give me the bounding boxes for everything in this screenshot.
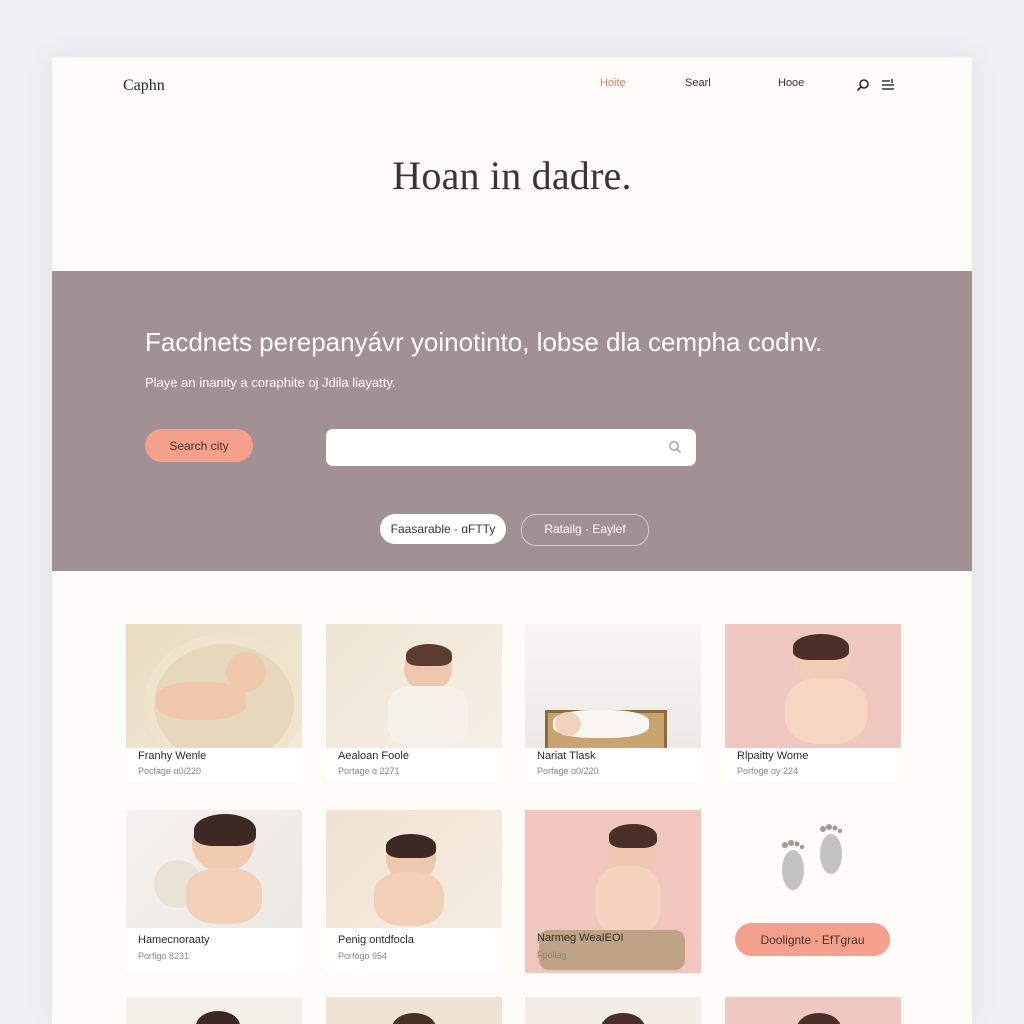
- newborn-photo: [326, 997, 502, 1024]
- hero-band: Facdnets perepanyávr yoinotinto, lobse d…: [52, 271, 972, 571]
- card-name: Narmeg WeaIEOI: [537, 932, 624, 944]
- photographer-card[interactable]: Rlpaitty Wome Porfoge ɑy 224: [725, 624, 901, 782]
- hero-title: Hoan in dadre.: [392, 153, 632, 198]
- band-title: Facdnets perepanyávr yoinotinto, lobse d…: [145, 327, 823, 357]
- card-name: Aealoan Foole: [338, 750, 409, 762]
- newborn-photo: [725, 624, 901, 748]
- card-meta: Porfage ɑ0/220: [537, 766, 599, 776]
- card-meta: Fpoliag: [537, 950, 567, 960]
- card-meta: Porfigo 8231: [138, 951, 190, 961]
- search-box[interactable]: [326, 429, 696, 466]
- photographer-card[interactable]: Narmeg WeaIEOI Fpoliag: [525, 810, 701, 973]
- top-nav: Caphn Hoite Searl Hooe: [52, 57, 972, 117]
- card-meta: Porfoge ɑy 224: [737, 766, 799, 776]
- band-subtitle: Playe an inanity a coraphite oj Jdila li…: [145, 375, 396, 390]
- newborn-photo: [725, 997, 901, 1024]
- photographer-card[interactable]: Hamecnoraaty Porfigo 8231: [126, 810, 302, 970]
- search-city-button[interactable]: Search city: [145, 429, 253, 462]
- search-input[interactable]: [326, 429, 670, 466]
- photographer-card[interactable]: Franhy Wenle Pocfage ɑ0/220: [126, 624, 302, 782]
- card-meta: Pocfage ɑ0/220: [138, 766, 202, 776]
- card-meta: Portage ɑ 2271: [338, 766, 400, 776]
- newborn-photo: [126, 997, 302, 1024]
- search-icon[interactable]: [856, 78, 870, 92]
- photographer-card[interactable]: [126, 997, 302, 1024]
- nav-link-home-2[interactable]: Hooe: [778, 77, 804, 89]
- page: Caphn Hoite Searl Hooe Hoan in dadre. Fa…: [52, 57, 972, 1024]
- photographer-card[interactable]: [525, 997, 701, 1024]
- newborn-photo: [525, 624, 701, 748]
- newborn-photo: [326, 810, 502, 928]
- card-name: Rlpaitty Wome: [737, 750, 809, 762]
- cta-button[interactable]: Doolignte - EfTgrau: [735, 923, 890, 956]
- search-icon[interactable]: [668, 440, 682, 454]
- newborn-photo: [126, 810, 302, 928]
- newborn-photo: [326, 624, 502, 748]
- card-name: Hamecnoraaty: [138, 934, 210, 946]
- card-meta: Porfogo 954: [338, 951, 388, 961]
- logo[interactable]: Caphn: [123, 77, 165, 95]
- nav-link-home[interactable]: Hoite: [600, 77, 626, 89]
- filter-pill-favorable[interactable]: Faasarable · ɑFTTy: [380, 514, 506, 544]
- baby-footprints-icon: [782, 824, 843, 890]
- photographer-card[interactable]: [326, 997, 502, 1024]
- nav-link-search[interactable]: Searl: [685, 77, 711, 89]
- photographer-card[interactable]: Nariat Tlask Porfage ɑ0/220: [525, 624, 701, 782]
- newborn-photo: [126, 624, 302, 748]
- card-name: Nariat Tlask: [537, 750, 596, 762]
- newborn-photo: [525, 997, 701, 1024]
- filter-pill-rating[interactable]: Ratailg · Eaylef: [521, 514, 649, 546]
- photographer-card[interactable]: Penig ontdfocla Porfogo 954: [326, 810, 502, 970]
- newborn-photo: [525, 810, 701, 973]
- card-name: Franhy Wenle: [138, 750, 207, 762]
- photographer-card[interactable]: [725, 997, 901, 1024]
- card-name: Penig ontdfocla: [338, 934, 414, 946]
- photographer-card[interactable]: Aealoan Foole Portage ɑ 2271: [326, 624, 502, 782]
- menu-icon[interactable]: [881, 78, 895, 92]
